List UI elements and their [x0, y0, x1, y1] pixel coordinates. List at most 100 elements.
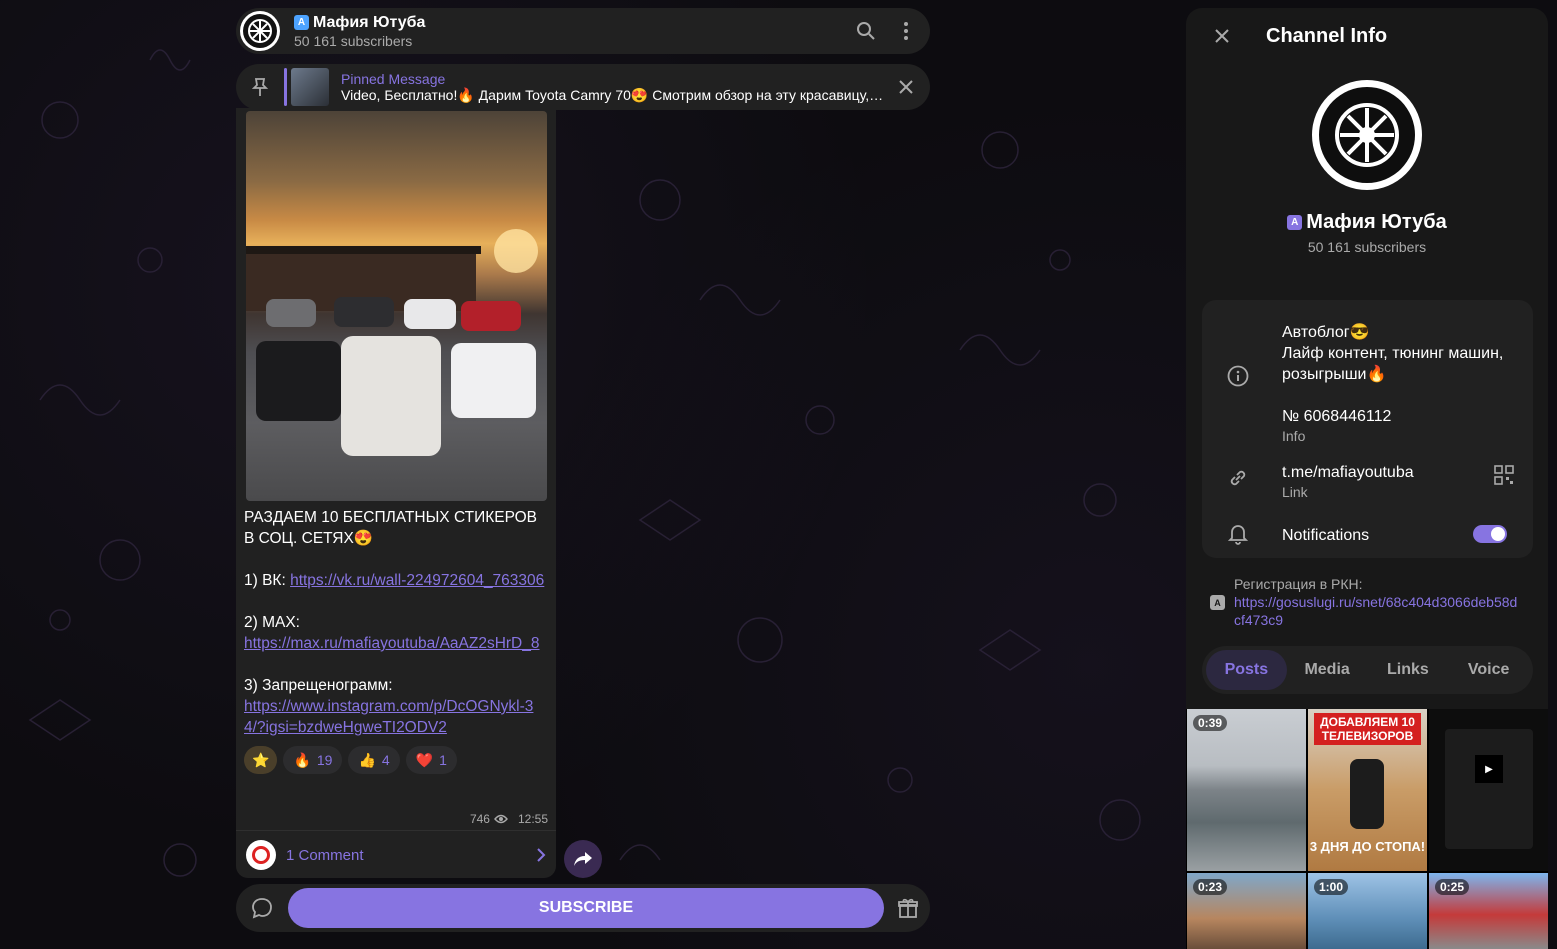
- media-duration: 1:00: [1314, 879, 1349, 895]
- reaction-star[interactable]: ⭐: [244, 746, 278, 774]
- notifications-label: Notifications: [1282, 527, 1370, 544]
- media-figure: [1350, 759, 1384, 829]
- item3-label: 3) Запрещенограмм:: [244, 677, 393, 694]
- notifications-toggle[interactable]: [1473, 525, 1507, 543]
- star-icon: ⭐: [252, 751, 270, 768]
- unpin-button[interactable]: [886, 67, 926, 107]
- forward-icon: [574, 852, 592, 866]
- media-duration: 0:23: [1193, 879, 1228, 895]
- media-item[interactable]: 0:23: [1187, 873, 1306, 949]
- chat-header[interactable]: A Мафия Ютуба 50 161 subscribers: [236, 8, 930, 54]
- more-vertical-icon: [904, 22, 908, 40]
- comments-button[interactable]: 1 Comment: [236, 830, 556, 879]
- tab-links[interactable]: Links: [1368, 650, 1449, 690]
- view-count: 746: [469, 812, 490, 826]
- media-grid: 0:39 ДОБАВЛЯЕМ 10 ТЕЛЕВИЗОРОВ 3 ДНЯ ДО С…: [1186, 709, 1548, 949]
- link-icon: [1220, 460, 1256, 496]
- media-screenshot: ▶: [1445, 729, 1533, 849]
- tab-posts[interactable]: Posts: [1206, 650, 1287, 690]
- item1-label: 1) ВК:: [244, 572, 291, 589]
- rkn-link[interactable]: https://gosuslugi.ru/snet/68c404d3066deb…: [1234, 593, 1524, 629]
- eye-icon: [494, 814, 508, 824]
- media-item[interactable]: 0:39: [1187, 709, 1306, 871]
- gift-button[interactable]: [886, 886, 930, 930]
- max-link[interactable]: https://max.ru/mafiayoutuba/AaAZ2sHrD_8: [244, 635, 540, 652]
- reaction-count: 19: [316, 752, 333, 768]
- discussion-button[interactable]: [240, 886, 284, 930]
- media-overlay-top: ДОБАВЛЯЕМ 10 ТЕЛЕВИЗОРОВ: [1314, 713, 1421, 745]
- reaction-fire[interactable]: 🔥 19: [283, 746, 343, 774]
- commenter-avatar: [246, 840, 276, 870]
- message-bubble[interactable]: РАЗДАЕМ 10 БЕСПЛАТНЫХ СТИКЕРОВ В СОЦ. СЕ…: [236, 108, 556, 878]
- channel-name: Мафия Ютуба: [1306, 211, 1447, 233]
- heart-icon: ❤️: [415, 751, 434, 768]
- instagram-link[interactable]: https://www.instagram.com/p/DcOGNykl-34/…: [244, 698, 533, 736]
- chat-subtitle: 50 161 subscribers: [294, 32, 413, 49]
- pinned-text: Video, Бесплатно!🔥 Дарим Toyota Camry 70…: [341, 86, 886, 103]
- message-time: 12:55: [517, 812, 548, 826]
- search-icon: [857, 22, 875, 40]
- pinned-thumbnail: [291, 68, 329, 106]
- fire-icon: 🔥: [293, 751, 311, 768]
- media-item[interactable]: 0:25: [1429, 873, 1548, 949]
- channel-avatar-large[interactable]: [1312, 80, 1422, 190]
- reaction-heart[interactable]: ❤️ 1: [405, 746, 457, 774]
- media-item[interactable]: ДОБАВЛЯЕМ 10 ТЕЛЕВИЗОРОВ 3 ДНЯ ДО СТОПА!: [1308, 709, 1427, 871]
- vk-link[interactable]: https://vk.ru/wall-224972604_763306: [290, 572, 544, 589]
- channel-avatar[interactable]: [240, 11, 280, 51]
- rkn-label: Регистрация в РКН:: [1234, 576, 1363, 592]
- tab-media[interactable]: Media: [1287, 650, 1368, 690]
- gift-icon: [898, 898, 918, 918]
- reaction-count: 4: [381, 752, 390, 768]
- channel-subscribers: 50 161 subscribers: [1307, 239, 1427, 255]
- channel-type-icon: A: [294, 15, 309, 30]
- close-icon: [1215, 29, 1229, 43]
- comments-label: 1 Comment: [286, 846, 364, 864]
- channel-link-label: Link: [1282, 484, 1308, 500]
- media-overlay-bottom: 3 ДНЯ ДО СТОПА!: [1309, 839, 1426, 854]
- media-item[interactable]: ▶: [1429, 709, 1548, 871]
- message-photo[interactable]: [246, 111, 547, 501]
- info-card: Автоблог😎 Лайф контент, тюнинг машин, ро…: [1202, 300, 1533, 558]
- bottom-bar: SUBSCRIBE: [236, 884, 930, 932]
- channel-number: № 6068446112: [1282, 408, 1392, 425]
- chevron-right-icon: [537, 848, 546, 862]
- pinned-label: Pinned Message: [341, 70, 446, 87]
- close-icon: [899, 80, 913, 94]
- message-meta: 746 12:55: [470, 812, 548, 826]
- play-icon: ▶: [1475, 755, 1503, 783]
- media-duration: 0:39: [1193, 715, 1228, 731]
- tab-voice[interactable]: Voice: [1448, 650, 1529, 690]
- registry-icon: A: [1210, 595, 1225, 610]
- thumbs-up-icon: 👍: [358, 751, 376, 768]
- bell-icon: [1220, 516, 1256, 552]
- comment-icon: [252, 898, 272, 919]
- reaction-count: 1: [439, 752, 447, 768]
- channel-logo: [1335, 103, 1399, 167]
- qr-code-button[interactable]: [1493, 464, 1515, 491]
- channel-link[interactable]: t.me/mafiayoutuba: [1282, 462, 1414, 483]
- reaction-thumbs-up[interactable]: 👍 4: [348, 746, 400, 774]
- subscribe-button[interactable]: SUBSCRIBE: [287, 888, 885, 928]
- channel-info-panel: Channel Info A Мафия Ютуба 50 161 subscri…: [1186, 8, 1548, 949]
- forward-button[interactable]: [564, 840, 602, 878]
- item2-label: 2) MAX:: [244, 614, 300, 631]
- description-line2: Лайф контент, тюнинг машин, розыгрыши🔥: [1282, 345, 1504, 383]
- media-item[interactable]: 1:00: [1308, 873, 1427, 949]
- channel-type-icon: A: [1287, 215, 1303, 230]
- message-heading: РАЗДАЕМ 10 БЕСПЛАТНЫХ СТИКЕРОВ В СОЦ. СЕ…: [244, 509, 537, 547]
- channel-number-label: Info: [1282, 428, 1306, 444]
- info-icon: [1220, 358, 1256, 394]
- media-duration: 0:25: [1435, 879, 1470, 895]
- more-menu-button[interactable]: [886, 11, 926, 51]
- description-line1: Автоблог😎: [1282, 324, 1370, 341]
- panel-title: Channel Info: [1266, 24, 1388, 47]
- reactions: ⭐ 🔥 19 👍 4 ❤️ 1: [236, 738, 556, 774]
- media-tabs: Posts Media Links Voice: [1202, 646, 1533, 694]
- search-button[interactable]: [846, 11, 886, 51]
- qr-code-icon: [1494, 465, 1514, 485]
- pinned-indicator: [284, 68, 287, 106]
- close-panel-button[interactable]: [1202, 16, 1242, 56]
- pin-icon[interactable]: [240, 67, 280, 107]
- pinned-message-bar[interactable]: Pinned Message Video, Бесплатно!🔥 Дарим …: [236, 64, 930, 110]
